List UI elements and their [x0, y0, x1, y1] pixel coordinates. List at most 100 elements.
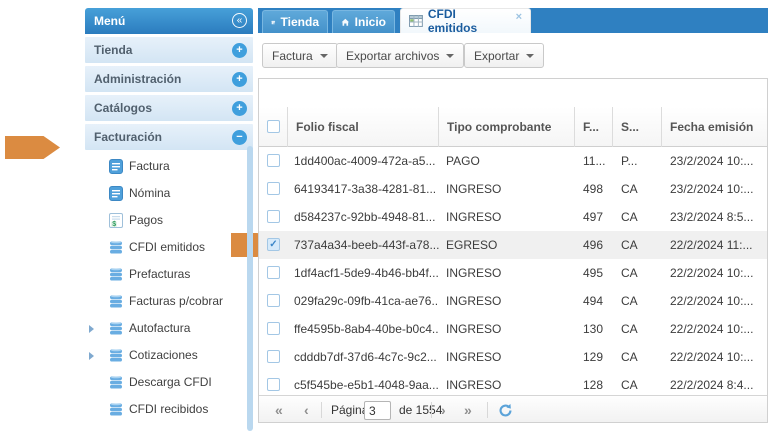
sidebar-item-cfdi-emitidos[interactable]: CFDI emitidos: [85, 234, 253, 261]
main-panel: Tienda Inicio CFDI emitidos × Factura Ex…: [258, 8, 768, 431]
cell-tipo: INGRESO: [439, 371, 575, 395]
row-checkbox[interactable]: [267, 294, 280, 307]
expand-arrow-icon[interactable]: [89, 325, 94, 333]
sidebar-header: Menú «: [85, 8, 253, 34]
first-page-icon[interactable]: «: [275, 396, 283, 423]
next-page-icon[interactable]: ›: [441, 396, 446, 423]
cell-f: 129: [575, 343, 613, 371]
sidebar-section-catalogos[interactable]: Catálogos +: [85, 95, 253, 121]
row-checkbox[interactable]: [267, 154, 280, 167]
page-number-input[interactable]: [364, 401, 391, 420]
annotation-arrow-facturacion: [5, 136, 60, 159]
grid-table-icon: [409, 14, 423, 28]
expand-plus-icon[interactable]: +: [232, 72, 247, 87]
row-checkbox-checked[interactable]: [267, 238, 280, 251]
row-checkbox[interactable]: [267, 378, 280, 391]
sidebar-section-facturacion[interactable]: Facturación −: [85, 124, 253, 150]
page-total-label: de 1554: [399, 396, 442, 423]
cell-folio: 1df4acf1-5de9-4b46-bb4f...: [288, 259, 439, 287]
table-row[interactable]: 1df4acf1-5de9-4b46-bb4f... INGRESO 495 C…: [259, 259, 767, 287]
sidebar-item-autofactura[interactable]: Autofactura: [85, 315, 253, 342]
exportar-menu-button[interactable]: Exportar: [464, 43, 544, 68]
column-header-f[interactable]: F...: [575, 107, 613, 147]
last-page-icon[interactable]: »: [464, 396, 472, 423]
pagination-bar: « ‹ Página de 1554 › »: [259, 395, 767, 423]
tab-tienda[interactable]: Tienda: [262, 10, 328, 33]
tab-label: Tienda: [281, 15, 319, 29]
column-header-fecha-emision[interactable]: Fecha emisión: [662, 107, 768, 147]
divider: [487, 402, 488, 418]
sidebar-item-facturas-p-cobrar[interactable]: Facturas p/cobrar: [85, 288, 253, 315]
cell-folio: 1dd400ac-4009-472a-a5...: [288, 147, 439, 175]
refresh-icon[interactable]: [498, 403, 513, 418]
cell-s: CA: [613, 175, 662, 203]
item-label: Nómina: [129, 180, 170, 207]
table-row[interactable]: cdddb7df-37d6-4c7c-9c2... INGRESO 129 CA…: [259, 343, 767, 371]
table-row[interactable]: c5f545be-e5b1-4048-9aa... INGRESO 128 CA…: [259, 371, 767, 395]
chevron-down-icon: [446, 54, 454, 58]
expand-arrow-icon[interactable]: [89, 352, 94, 360]
sidebar-section-tienda[interactable]: Tienda +: [85, 37, 253, 63]
tab-cfdi-emitidos[interactable]: CFDI emitidos ×: [400, 8, 531, 33]
collapse-minus-icon[interactable]: −: [232, 130, 247, 145]
tab-label: CFDI emitidos: [428, 7, 508, 35]
cell-fecha: 22/2/2024 10:...: [662, 315, 768, 343]
sidebar-menu: Menú « Tienda + Administración + Catálog…: [85, 8, 253, 431]
column-header-s[interactable]: S...: [613, 107, 662, 147]
cell-f: 495: [575, 259, 613, 287]
sidebar-item-pagos[interactable]: $ Pagos: [85, 207, 253, 234]
collapse-sidebar-icon[interactable]: «: [232, 13, 247, 28]
cell-fecha: 23/2/2024 10:...: [662, 147, 768, 175]
table-row[interactable]: 64193417-3a38-4281-81... INGRESO 498 CA …: [259, 175, 767, 203]
sidebar-scrollbar[interactable]: [247, 146, 253, 431]
prev-page-icon[interactable]: ‹: [304, 396, 309, 423]
cell-tipo: INGRESO: [439, 343, 575, 371]
close-tab-icon[interactable]: ×: [516, 11, 522, 23]
cell-folio: 737a4a34-beeb-443f-a78...: [288, 231, 439, 259]
row-checkbox[interactable]: [267, 266, 280, 279]
select-all-checkbox[interactable]: [267, 120, 280, 133]
table-row-selected[interactable]: 737a4a34-beeb-443f-a78... EGRESO 496 CA …: [259, 231, 767, 259]
row-checkbox[interactable]: [267, 350, 280, 363]
cell-f: 128: [575, 371, 613, 395]
column-header-tipo-comprobante[interactable]: Tipo comprobante: [439, 107, 575, 147]
chevron-down-icon: [320, 54, 328, 58]
expand-plus-icon[interactable]: +: [232, 43, 247, 58]
cell-folio: 64193417-3a38-4281-81...: [288, 175, 439, 203]
database-icon: [109, 294, 123, 309]
cell-f: 494: [575, 287, 613, 315]
exportar-archivos-menu-button[interactable]: Exportar archivos: [336, 43, 464, 68]
button-label: Exportar: [474, 49, 519, 63]
table-row[interactable]: 029fa29c-09fb-41ca-ae76... INGRESO 494 C…: [259, 287, 767, 315]
row-checkbox[interactable]: [267, 322, 280, 335]
cell-tipo: PAGO: [439, 147, 575, 175]
item-label: Cotizaciones: [129, 342, 198, 369]
factura-menu-button[interactable]: Factura: [262, 43, 338, 68]
section-label: Administración: [94, 66, 181, 92]
select-all-column-header: [259, 107, 288, 147]
cell-fecha: 22/2/2024 11:...: [662, 231, 768, 259]
item-label: Pagos: [129, 207, 163, 234]
sidebar-item-cfdi-recibidos[interactable]: CFDI recibidos: [85, 396, 253, 423]
sidebar-item-prefacturas[interactable]: Prefacturas: [85, 261, 253, 288]
sidebar-item-factura[interactable]: Factura: [85, 153, 253, 180]
document-icon: [109, 186, 123, 201]
table-row[interactable]: ffe4595b-8ab4-40be-b0c4... INGRESO 130 C…: [259, 315, 767, 343]
table-row[interactable]: d584237c-92bb-4948-81... INGRESO 497 CA …: [259, 203, 767, 231]
section-label: Catálogos: [94, 95, 152, 121]
sidebar-item-cotizaciones[interactable]: Cotizaciones: [85, 342, 253, 369]
cfdi-grid: Folio fiscal Tipo comprobante F... S... …: [258, 78, 768, 423]
table-row[interactable]: 1dd400ac-4009-472a-a5... PAGO 11... P...…: [259, 147, 767, 175]
cell-folio: 029fa29c-09fb-41ca-ae76...: [288, 287, 439, 315]
tab-inicio[interactable]: Inicio: [332, 10, 395, 33]
sidebar-item-descarga-cfdi[interactable]: Descarga CFDI: [85, 369, 253, 396]
row-checkbox[interactable]: [267, 182, 280, 195]
row-checkbox[interactable]: [267, 210, 280, 223]
column-header-folio-fiscal[interactable]: Folio fiscal: [288, 107, 439, 147]
sidebar-section-administracion[interactable]: Administración +: [85, 66, 253, 92]
sidebar-item-nomina[interactable]: Nómina: [85, 180, 253, 207]
store-icon: [271, 16, 276, 29]
cell-s: CA: [613, 371, 662, 395]
database-icon: [109, 240, 123, 255]
expand-plus-icon[interactable]: +: [232, 101, 247, 116]
